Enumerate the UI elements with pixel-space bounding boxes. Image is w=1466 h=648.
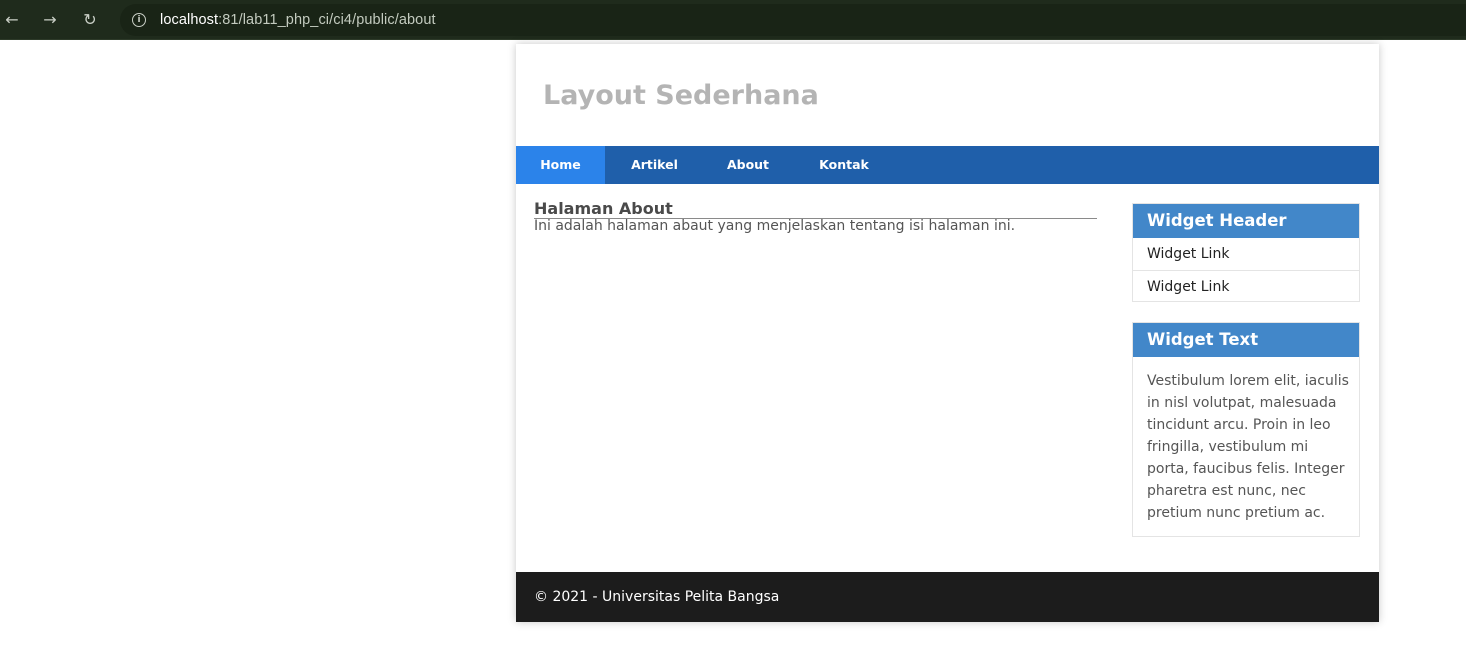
- widget-text-body: Vestibulum lorem elit, iaculis in nisl v…: [1147, 373, 1349, 521]
- page-container: Layout Sederhana Home Artikel About Kont…: [516, 44, 1379, 622]
- widget-text-header: Widget Text: [1133, 323, 1359, 357]
- widget-link[interactable]: Widget Link: [1133, 271, 1359, 303]
- nav-kontak[interactable]: Kontak: [792, 146, 896, 184]
- arrow-left-icon[interactable]: ←: [2, 10, 22, 30]
- info-icon[interactable]: i: [132, 13, 146, 27]
- widget-header: Widget Header: [1133, 204, 1359, 238]
- widget-text: Widget Text Vestibulum lorem elit, iacul…: [1132, 322, 1360, 537]
- page-text: Ini adalah halaman abaut yang menjelaska…: [534, 218, 1016, 234]
- footer: © 2021 - Universitas Pelita Bangsa: [516, 572, 1379, 622]
- widget-links: Widget Header Widget Link Widget Link: [1132, 203, 1360, 302]
- main-nav: Home Artikel About Kontak: [516, 146, 1379, 184]
- site-title: Layout Sederhana: [543, 80, 819, 111]
- nav-artikel[interactable]: Artikel: [605, 146, 704, 184]
- arrow-right-icon[interactable]: →: [40, 10, 60, 30]
- browser-toolbar: ← → ↻ i localhost:81/lab11_php_ci/ci4/pu…: [0, 0, 1466, 40]
- url-text[interactable]: localhost:81/lab11_php_ci/ci4/public/abo…: [160, 12, 436, 28]
- url-host: localhost: [160, 12, 219, 28]
- address-bar[interactable]: i localhost:81/lab11_php_ci/ci4/public/a…: [120, 4, 1466, 36]
- page-heading: Halaman About: [534, 200, 1097, 219]
- widget-link[interactable]: Widget Link: [1133, 238, 1359, 271]
- reload-icon[interactable]: ↻: [80, 10, 100, 30]
- nav-home[interactable]: Home: [516, 146, 605, 184]
- url-path: :81/lab11_php_ci/ci4/public/about: [218, 12, 436, 28]
- nav-about[interactable]: About: [704, 146, 792, 184]
